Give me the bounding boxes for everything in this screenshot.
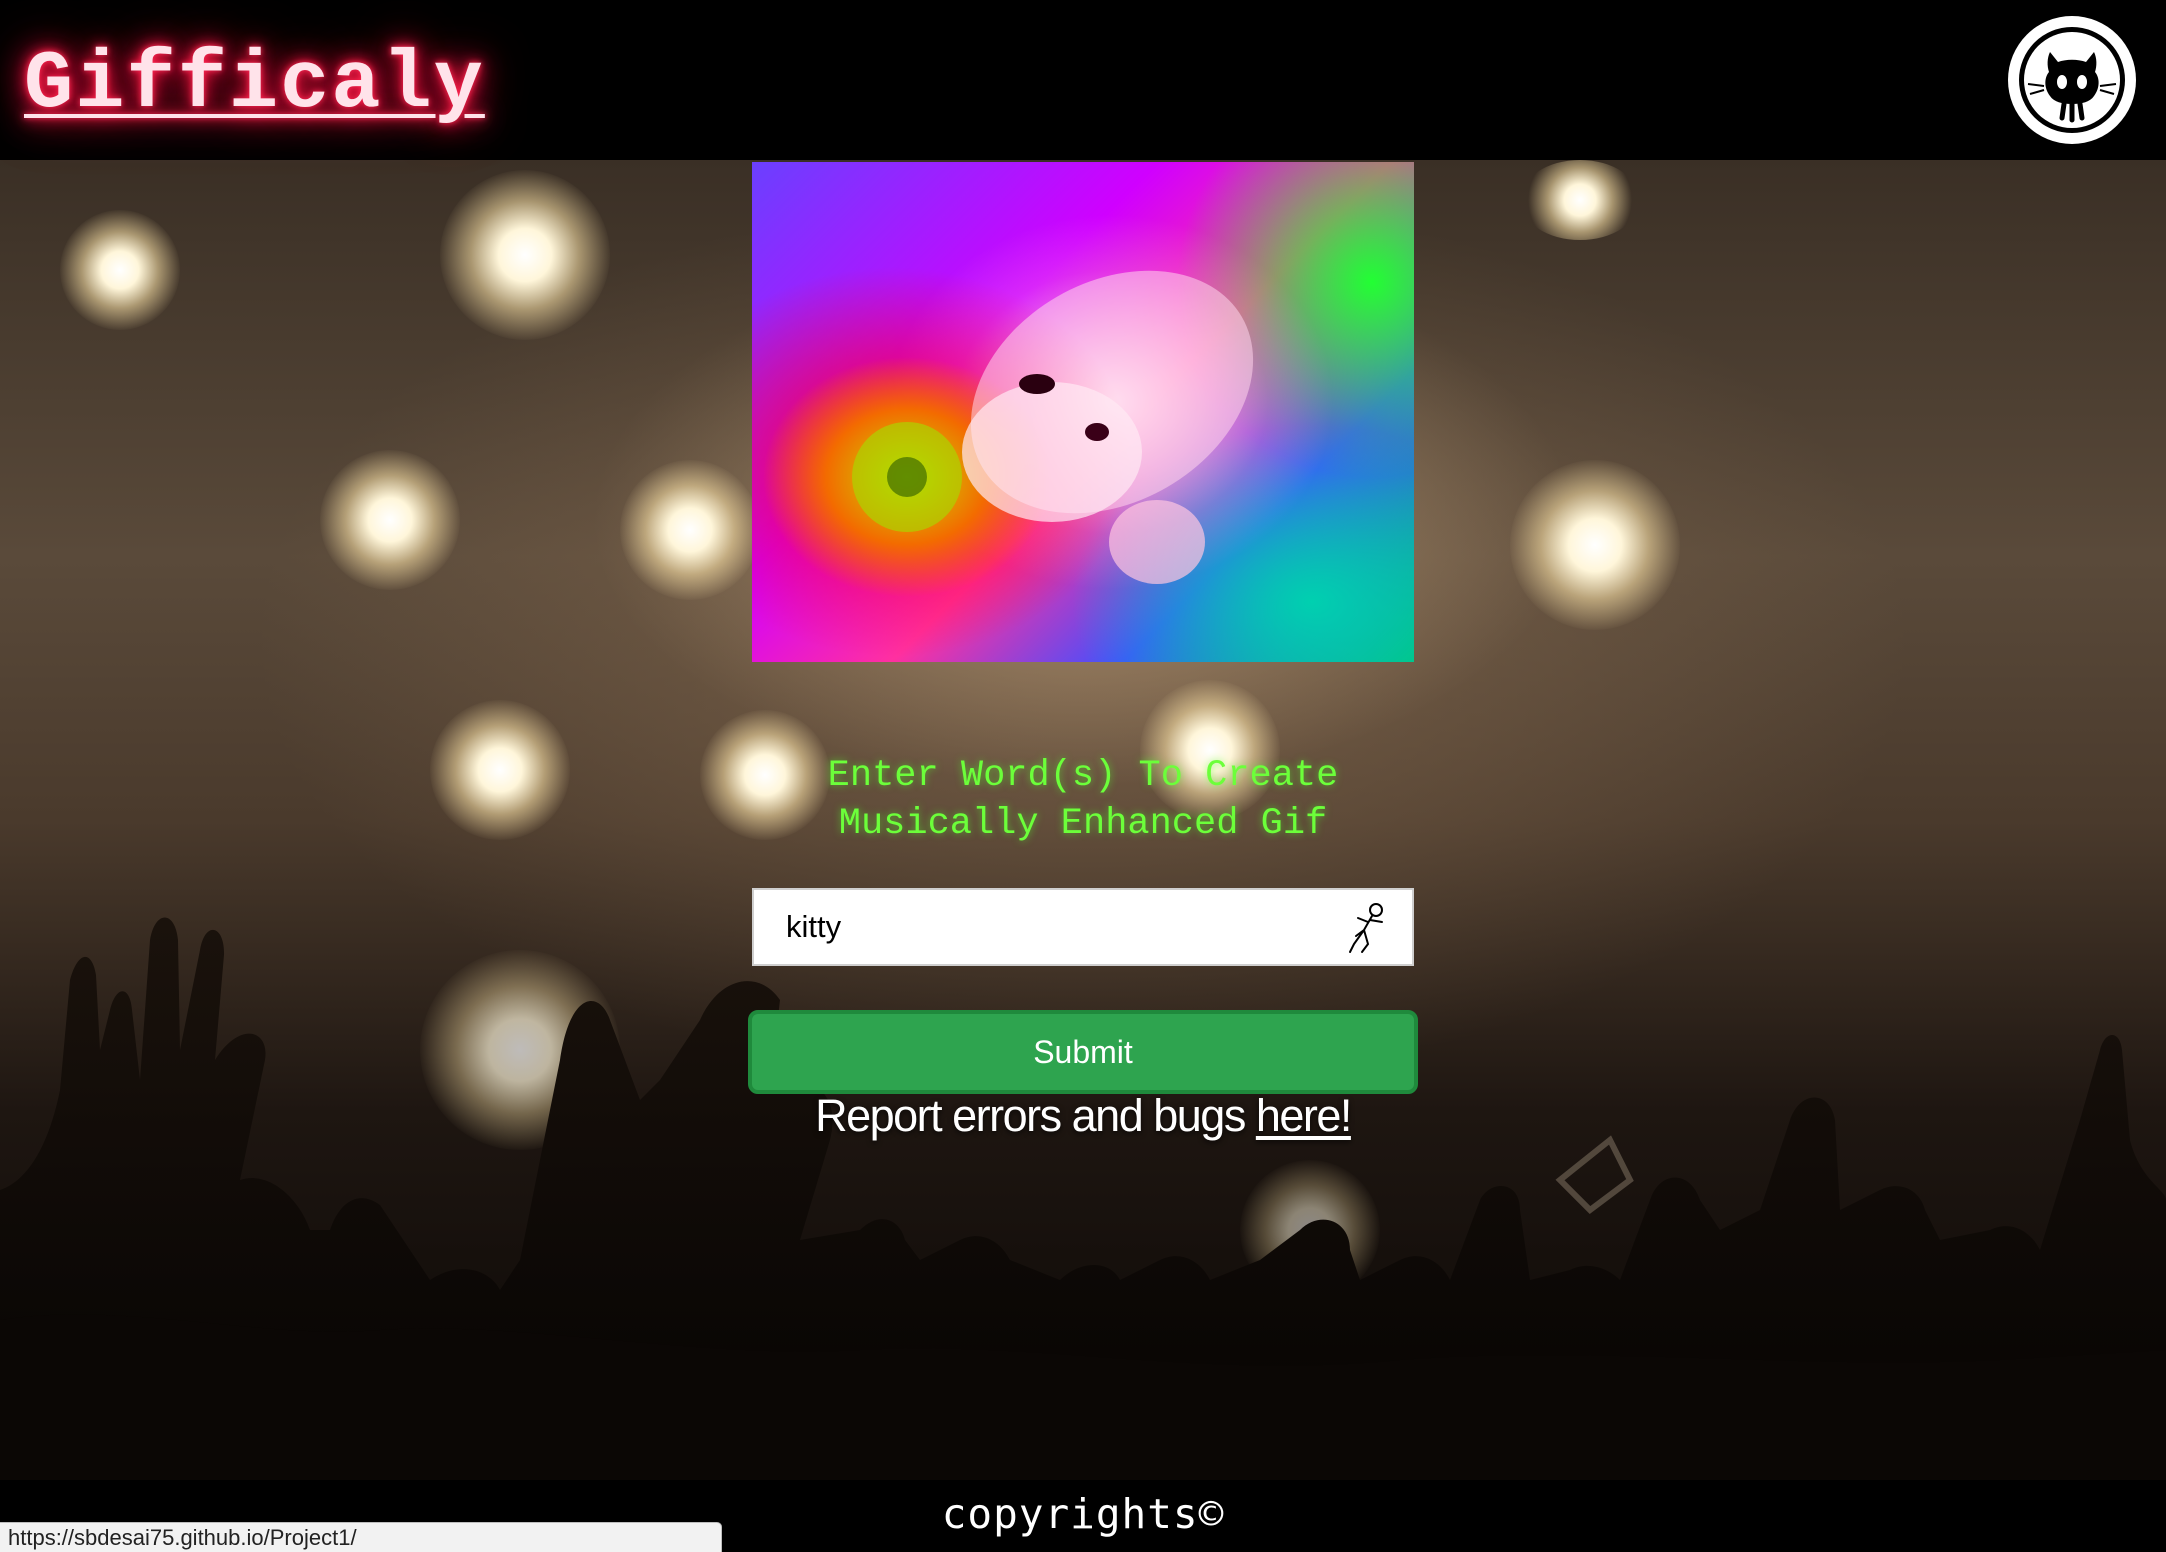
header-bar: Gifficaly <box>0 0 2166 160</box>
search-field <box>752 888 1414 966</box>
page: Gifficaly Enter Word(s) To Create Musica… <box>0 0 2166 1552</box>
github-octocat-icon <box>2012 20 2132 140</box>
report-bugs-link[interactable]: here! <box>1256 1090 1353 1141</box>
status-bar-url: https://sbdesai75.github.io/Project1/ <box>0 1522 722 1552</box>
search-input[interactable] <box>754 890 1334 964</box>
submit-button[interactable]: Submit <box>748 1010 1418 1094</box>
report-bugs-label: Report errors and bugs <box>815 1090 1256 1141</box>
site-logo[interactable]: Gifficaly <box>24 38 485 131</box>
github-button[interactable] <box>2008 16 2136 144</box>
search-prompt-line-2: Musically Enhanced Gif <box>838 803 1328 845</box>
dancer-icon <box>1349 903 1383 953</box>
report-bugs-text: Report errors and bugs here! <box>752 1090 1414 1142</box>
gif-display <box>752 162 1414 662</box>
search-prompt-line-1: Enter Word(s) To Create <box>827 755 1339 797</box>
search-prompt: Enter Word(s) To Create Musically Enhanc… <box>752 752 1414 848</box>
